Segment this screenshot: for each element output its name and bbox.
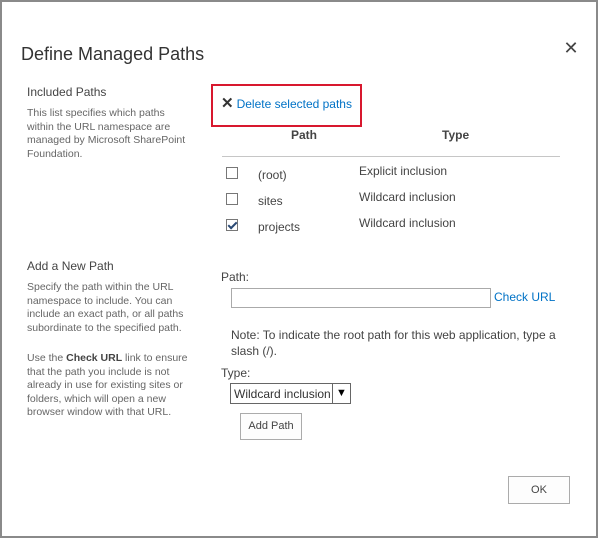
type-select-value: Wildcard inclusion (234, 387, 331, 401)
path-name: sites (258, 194, 283, 208)
check-url-link[interactable]: Check URL (494, 290, 555, 304)
column-header-path: Path (291, 128, 318, 142)
column-header-type: Type (442, 128, 470, 142)
path-checkbox-root[interactable] (226, 167, 238, 179)
path-input[interactable] (231, 288, 491, 308)
add-new-path-description: Specify the path within the URL namespac… (27, 281, 184, 334)
delete-selected-paths-label: Delete selected paths (236, 97, 352, 111)
path-name: (root) (258, 168, 287, 182)
path-row-projects: projects Wildcard inclusion (226, 216, 566, 236)
path-label: Path: (221, 270, 250, 284)
path-type: Wildcard inclusion (359, 216, 456, 230)
delete-selected-paths-link[interactable]: ✕ Delete selected paths (221, 94, 352, 112)
included-paths-description: This list specifies which paths within t… (27, 107, 186, 160)
path-type: Explicit inclusion (359, 164, 448, 178)
dialog-title: Define Managed Paths (21, 44, 205, 64)
chevron-down-icon: ▼ (332, 384, 350, 403)
included-paths-heading: Included Paths (27, 85, 107, 99)
path-type: Wildcard inclusion (359, 190, 456, 204)
define-managed-paths-dialog: Define Managed Paths ✕ Included Paths Th… (0, 0, 598, 538)
add-new-path-heading: Add a New Path (27, 259, 114, 273)
check-url-description: Use the Check URL link to ensure that th… (27, 352, 188, 418)
path-checkbox-projects[interactable] (226, 219, 238, 231)
path-checkbox-sites[interactable] (226, 193, 238, 205)
header-divider (222, 156, 560, 157)
path-row-root: (root) Explicit inclusion (226, 164, 566, 184)
path-name: projects (258, 220, 301, 234)
root-path-note: Note: To indicate the root path for this… (231, 328, 556, 358)
close-icon[interactable]: ✕ (561, 38, 581, 58)
add-path-button[interactable]: Add Path (240, 413, 302, 440)
type-select[interactable]: Wildcard inclusion ▼ (230, 383, 351, 404)
ok-button[interactable]: OK (508, 476, 570, 504)
delete-icon: ✕ (221, 95, 234, 112)
type-label: Type: (221, 366, 251, 380)
path-row-sites: sites Wildcard inclusion (226, 190, 566, 210)
